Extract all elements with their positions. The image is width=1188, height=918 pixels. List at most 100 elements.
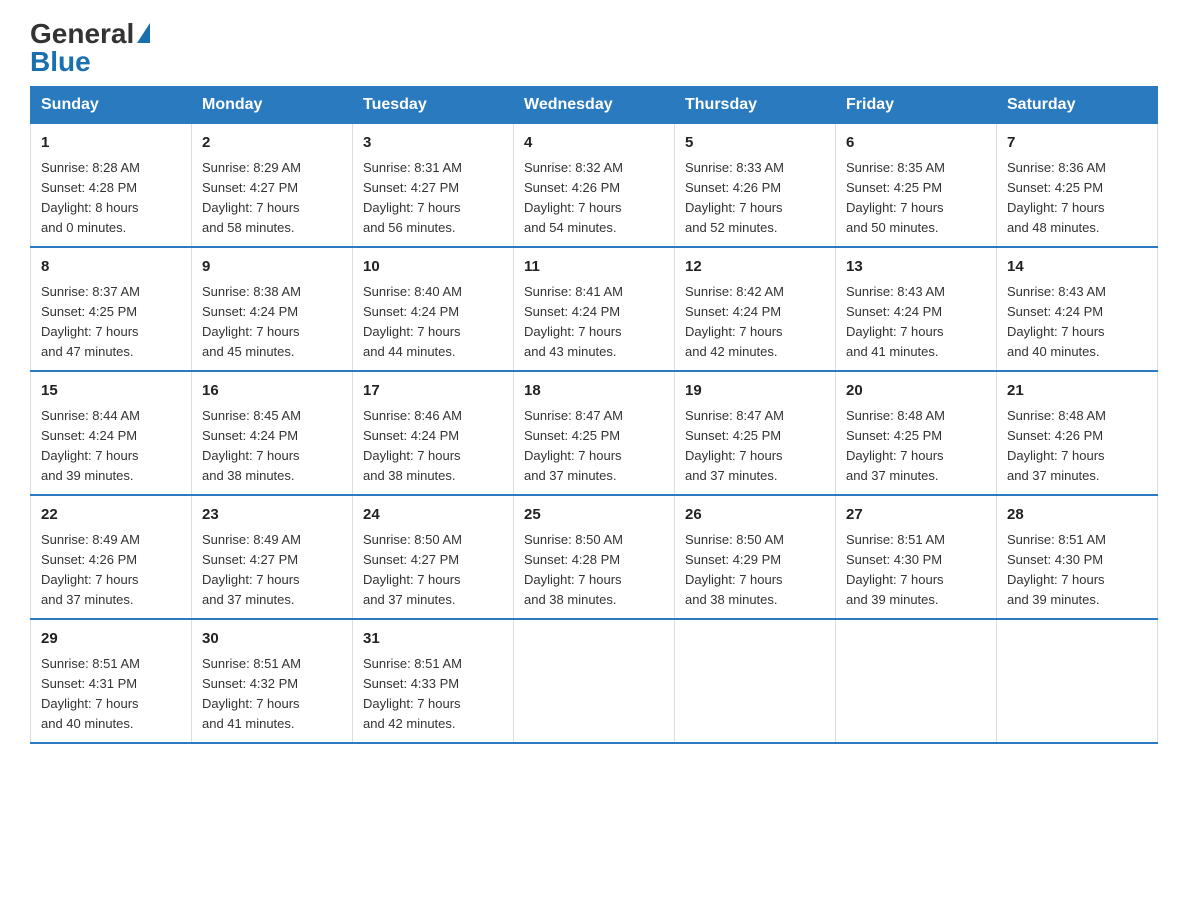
calendar-cell-w1-d7: 7 Sunrise: 8:36 AMSunset: 4:25 PMDayligh… xyxy=(997,123,1158,247)
day-number: 12 xyxy=(685,256,825,279)
day-number: 5 xyxy=(685,132,825,155)
calendar-cell-w4-d5: 26 Sunrise: 8:50 AMSunset: 4:29 PMDaylig… xyxy=(675,495,836,619)
day-info: Sunrise: 8:45 AMSunset: 4:24 PMDaylight:… xyxy=(202,406,342,487)
day-number: 21 xyxy=(1007,380,1147,403)
calendar-cell-w2-d6: 13 Sunrise: 8:43 AMSunset: 4:24 PMDaylig… xyxy=(836,247,997,371)
calendar-cell-w5-d4 xyxy=(514,619,675,743)
day-info: Sunrise: 8:51 AMSunset: 4:30 PMDaylight:… xyxy=(1007,530,1147,611)
day-info: Sunrise: 8:48 AMSunset: 4:25 PMDaylight:… xyxy=(846,406,986,487)
calendar-cell-w1-d3: 3 Sunrise: 8:31 AMSunset: 4:27 PMDayligh… xyxy=(353,123,514,247)
day-info: Sunrise: 8:51 AMSunset: 4:31 PMDaylight:… xyxy=(41,654,181,735)
day-info: Sunrise: 8:43 AMSunset: 4:24 PMDaylight:… xyxy=(846,282,986,363)
day-info: Sunrise: 8:50 AMSunset: 4:28 PMDaylight:… xyxy=(524,530,664,611)
day-number: 22 xyxy=(41,504,181,527)
weekday-header-thursday: Thursday xyxy=(675,87,836,123)
day-info: Sunrise: 8:43 AMSunset: 4:24 PMDaylight:… xyxy=(1007,282,1147,363)
calendar-cell-w3-d2: 16 Sunrise: 8:45 AMSunset: 4:24 PMDaylig… xyxy=(192,371,353,495)
calendar-cell-w1-d6: 6 Sunrise: 8:35 AMSunset: 4:25 PMDayligh… xyxy=(836,123,997,247)
day-number: 9 xyxy=(202,256,342,279)
weekday-header-tuesday: Tuesday xyxy=(353,87,514,123)
day-number: 6 xyxy=(846,132,986,155)
day-number: 31 xyxy=(363,628,503,651)
day-info: Sunrise: 8:40 AMSunset: 4:24 PMDaylight:… xyxy=(363,282,503,363)
calendar-cell-w1-d2: 2 Sunrise: 8:29 AMSunset: 4:27 PMDayligh… xyxy=(192,123,353,247)
calendar-cell-w5-d7 xyxy=(997,619,1158,743)
week-row-2: 8 Sunrise: 8:37 AMSunset: 4:25 PMDayligh… xyxy=(31,247,1158,371)
calendar-cell-w3-d7: 21 Sunrise: 8:48 AMSunset: 4:26 PMDaylig… xyxy=(997,371,1158,495)
calendar-cell-w2-d7: 14 Sunrise: 8:43 AMSunset: 4:24 PMDaylig… xyxy=(997,247,1158,371)
calendar-cell-w3-d5: 19 Sunrise: 8:47 AMSunset: 4:25 PMDaylig… xyxy=(675,371,836,495)
day-number: 20 xyxy=(846,380,986,403)
calendar-cell-w1-d1: 1 Sunrise: 8:28 AMSunset: 4:28 PMDayligh… xyxy=(31,123,192,247)
calendar-cell-w4-d7: 28 Sunrise: 8:51 AMSunset: 4:30 PMDaylig… xyxy=(997,495,1158,619)
calendar-cell-w3-d4: 18 Sunrise: 8:47 AMSunset: 4:25 PMDaylig… xyxy=(514,371,675,495)
day-number: 11 xyxy=(524,256,664,279)
weekday-header-monday: Monday xyxy=(192,87,353,123)
calendar-cell-w2-d5: 12 Sunrise: 8:42 AMSunset: 4:24 PMDaylig… xyxy=(675,247,836,371)
calendar-cell-w4-d1: 22 Sunrise: 8:49 AMSunset: 4:26 PMDaylig… xyxy=(31,495,192,619)
day-info: Sunrise: 8:36 AMSunset: 4:25 PMDaylight:… xyxy=(1007,158,1147,239)
calendar-cell-w3-d1: 15 Sunrise: 8:44 AMSunset: 4:24 PMDaylig… xyxy=(31,371,192,495)
day-info: Sunrise: 8:44 AMSunset: 4:24 PMDaylight:… xyxy=(41,406,181,487)
calendar-cell-w5-d1: 29 Sunrise: 8:51 AMSunset: 4:31 PMDaylig… xyxy=(31,619,192,743)
day-number: 19 xyxy=(685,380,825,403)
day-number: 24 xyxy=(363,504,503,527)
day-info: Sunrise: 8:28 AMSunset: 4:28 PMDaylight:… xyxy=(41,158,181,239)
day-info: Sunrise: 8:31 AMSunset: 4:27 PMDaylight:… xyxy=(363,158,503,239)
day-number: 15 xyxy=(41,380,181,403)
day-number: 10 xyxy=(363,256,503,279)
day-number: 13 xyxy=(846,256,986,279)
weekday-header-wednesday: Wednesday xyxy=(514,87,675,123)
day-info: Sunrise: 8:51 AMSunset: 4:32 PMDaylight:… xyxy=(202,654,342,735)
calendar-cell-w2-d2: 9 Sunrise: 8:38 AMSunset: 4:24 PMDayligh… xyxy=(192,247,353,371)
week-row-1: 1 Sunrise: 8:28 AMSunset: 4:28 PMDayligh… xyxy=(31,123,1158,247)
day-info: Sunrise: 8:51 AMSunset: 4:30 PMDaylight:… xyxy=(846,530,986,611)
calendar-cell-w5-d5 xyxy=(675,619,836,743)
day-number: 25 xyxy=(524,504,664,527)
week-row-3: 15 Sunrise: 8:44 AMSunset: 4:24 PMDaylig… xyxy=(31,371,1158,495)
day-number: 17 xyxy=(363,380,503,403)
day-info: Sunrise: 8:49 AMSunset: 4:26 PMDaylight:… xyxy=(41,530,181,611)
day-number: 18 xyxy=(524,380,664,403)
calendar-cell-w5-d3: 31 Sunrise: 8:51 AMSunset: 4:33 PMDaylig… xyxy=(353,619,514,743)
day-number: 8 xyxy=(41,256,181,279)
day-number: 7 xyxy=(1007,132,1147,155)
calendar-cell-w3-d6: 20 Sunrise: 8:48 AMSunset: 4:25 PMDaylig… xyxy=(836,371,997,495)
calendar-cell-w5-d6 xyxy=(836,619,997,743)
day-info: Sunrise: 8:35 AMSunset: 4:25 PMDaylight:… xyxy=(846,158,986,239)
day-number: 23 xyxy=(202,504,342,527)
calendar-cell-w1-d4: 4 Sunrise: 8:32 AMSunset: 4:26 PMDayligh… xyxy=(514,123,675,247)
day-number: 2 xyxy=(202,132,342,155)
day-info: Sunrise: 8:47 AMSunset: 4:25 PMDaylight:… xyxy=(524,406,664,487)
day-info: Sunrise: 8:50 AMSunset: 4:29 PMDaylight:… xyxy=(685,530,825,611)
calendar-cell-w4-d4: 25 Sunrise: 8:50 AMSunset: 4:28 PMDaylig… xyxy=(514,495,675,619)
calendar-cell-w5-d2: 30 Sunrise: 8:51 AMSunset: 4:32 PMDaylig… xyxy=(192,619,353,743)
day-info: Sunrise: 8:46 AMSunset: 4:24 PMDaylight:… xyxy=(363,406,503,487)
page-header: General Blue xyxy=(30,20,1158,76)
day-info: Sunrise: 8:33 AMSunset: 4:26 PMDaylight:… xyxy=(685,158,825,239)
day-info: Sunrise: 8:51 AMSunset: 4:33 PMDaylight:… xyxy=(363,654,503,735)
logo-triangle-icon xyxy=(137,23,150,43)
day-info: Sunrise: 8:38 AMSunset: 4:24 PMDaylight:… xyxy=(202,282,342,363)
calendar-cell-w2-d1: 8 Sunrise: 8:37 AMSunset: 4:25 PMDayligh… xyxy=(31,247,192,371)
day-info: Sunrise: 8:50 AMSunset: 4:27 PMDaylight:… xyxy=(363,530,503,611)
weekday-header-saturday: Saturday xyxy=(997,87,1158,123)
week-row-5: 29 Sunrise: 8:51 AMSunset: 4:31 PMDaylig… xyxy=(31,619,1158,743)
calendar-cell-w4-d2: 23 Sunrise: 8:49 AMSunset: 4:27 PMDaylig… xyxy=(192,495,353,619)
weekday-header-friday: Friday xyxy=(836,87,997,123)
calendar-cell-w4-d3: 24 Sunrise: 8:50 AMSunset: 4:27 PMDaylig… xyxy=(353,495,514,619)
day-info: Sunrise: 8:48 AMSunset: 4:26 PMDaylight:… xyxy=(1007,406,1147,487)
day-number: 30 xyxy=(202,628,342,651)
day-info: Sunrise: 8:49 AMSunset: 4:27 PMDaylight:… xyxy=(202,530,342,611)
day-number: 28 xyxy=(1007,504,1147,527)
calendar-cell-w1-d5: 5 Sunrise: 8:33 AMSunset: 4:26 PMDayligh… xyxy=(675,123,836,247)
day-number: 29 xyxy=(41,628,181,651)
calendar-table: SundayMondayTuesdayWednesdayThursdayFrid… xyxy=(30,86,1158,744)
day-info: Sunrise: 8:32 AMSunset: 4:26 PMDaylight:… xyxy=(524,158,664,239)
day-number: 26 xyxy=(685,504,825,527)
day-number: 14 xyxy=(1007,256,1147,279)
weekday-header-sunday: Sunday xyxy=(31,87,192,123)
day-info: Sunrise: 8:29 AMSunset: 4:27 PMDaylight:… xyxy=(202,158,342,239)
day-number: 4 xyxy=(524,132,664,155)
logo-general: General xyxy=(30,20,134,48)
